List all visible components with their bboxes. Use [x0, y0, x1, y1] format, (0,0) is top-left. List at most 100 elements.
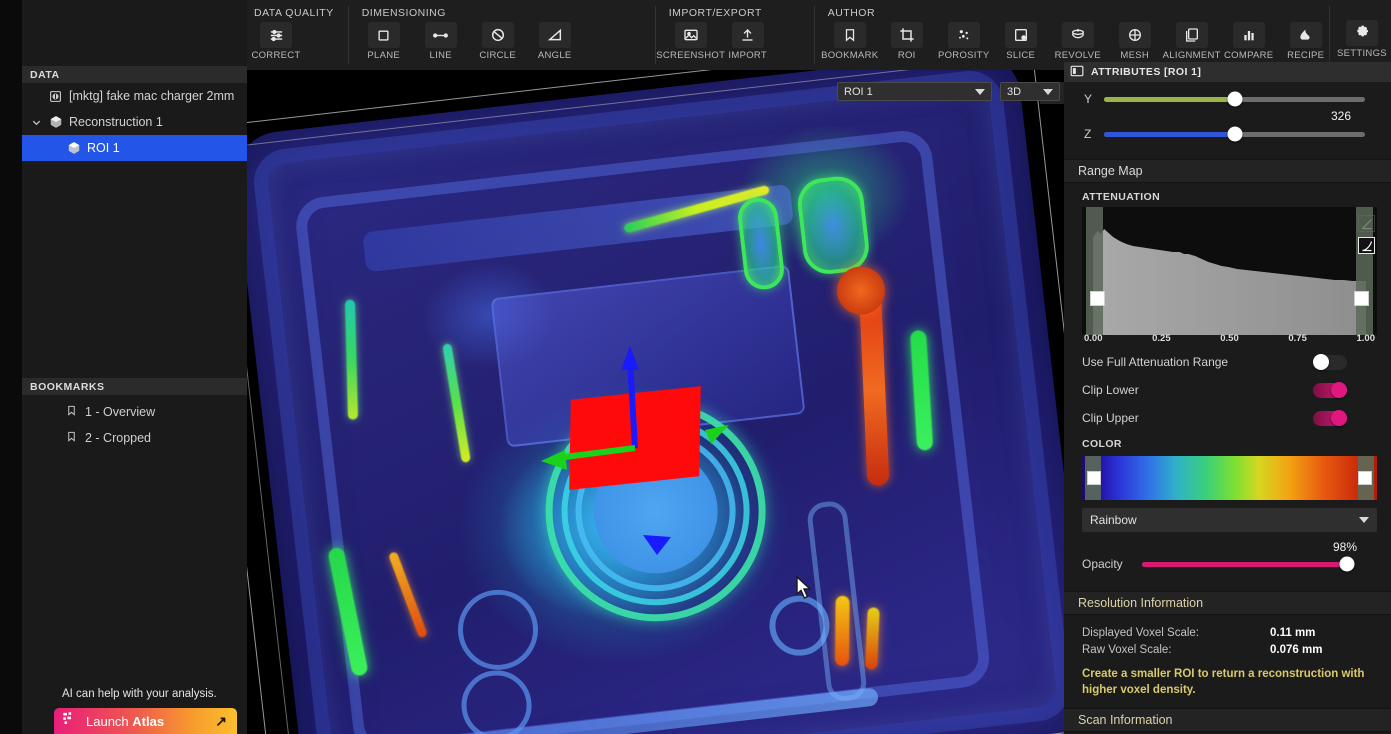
launch-atlas-label: Launch Atlas — [86, 713, 165, 729]
toolbar-button-circle[interactable]: CIRCLE — [470, 21, 526, 61]
toolbar-button-slice[interactable]: SLICE — [993, 21, 1049, 61]
slider-knob-z[interactable] — [1227, 126, 1242, 142]
info-key: Displayed Voxel Scale: — [1082, 626, 1199, 639]
toolbar-button-mesh[interactable]: MESH — [1107, 21, 1163, 61]
gizmo-axes[interactable] — [517, 330, 777, 590]
bookmarks-panel-title: BOOKMARKS — [22, 378, 247, 395]
chevron-down-icon — [1043, 88, 1053, 95]
histogram-log-mode-button[interactable] — [1358, 237, 1375, 254]
compare-icon — [1232, 22, 1265, 48]
toolbar-group-title: AUTHOR — [827, 7, 876, 19]
color-range-bar[interactable] — [1082, 456, 1377, 500]
toggle-use-full-attenuation-range[interactable] — [1313, 354, 1347, 370]
porosity-icon — [947, 22, 980, 48]
tree-item-scan[interactable]: [mktg] fake mac charger 2mm — [22, 83, 247, 109]
axis-tick: 0.50 — [1220, 333, 1239, 344]
external-link-arrow-icon: ↗ — [215, 712, 227, 729]
transform-gizmo[interactable] — [517, 330, 777, 590]
toolbar-button-label: PLANE — [367, 50, 401, 61]
cube-icon — [66, 141, 81, 156]
gizmo-x-axis — [556, 445, 636, 461]
toolbar-button-correct[interactable]: CORRECT — [248, 21, 304, 61]
toolbar-button-revolve[interactable]: REVOLVE — [1050, 21, 1106, 61]
launch-atlas-button[interactable]: Launch Atlas ↗ — [54, 708, 237, 734]
viewport-mode-select[interactable]: 3D — [1000, 82, 1060, 101]
toolbar-button-label: COMPARE — [1224, 50, 1274, 61]
attributes-panel-header: ATTRIBUTES [ROI 1] — [1064, 62, 1391, 82]
toggle-row-clip-upper: Clip Upper — [1064, 404, 1391, 432]
attenuation-histogram-plot[interactable] — [1082, 207, 1377, 335]
opacity-fill — [1142, 561, 1347, 567]
toggle-knob — [1331, 382, 1347, 398]
volume-scene[interactable] — [247, 70, 1064, 734]
bookmark-item-2[interactable]: 2 - Cropped — [22, 425, 247, 451]
slider-fill-z — [1104, 131, 1235, 137]
section-header-scan-information[interactable]: Scan Information — [1064, 708, 1391, 733]
bookmark-icon — [833, 22, 866, 48]
toolbar-button-bookmark[interactable]: BOOKMARK — [821, 21, 878, 61]
chevron-down-icon[interactable] — [30, 117, 42, 128]
toggle-clip-upper[interactable] — [1313, 410, 1347, 426]
panel-layout-icon[interactable] — [1070, 65, 1084, 80]
toolbar-group-title: DIMENSIONING — [361, 7, 446, 19]
toggle-clip-lower[interactable] — [1313, 382, 1347, 398]
opacity-value: 98% — [1332, 540, 1357, 554]
slider-track-y[interactable] — [1104, 91, 1365, 107]
toolbar-button-angle[interactable]: ANGLE — [527, 21, 583, 61]
opacity-knob[interactable] — [1339, 556, 1355, 572]
slider-label-z: Z — [1084, 127, 1092, 141]
section-header-resolution-information[interactable]: Resolution Information — [1064, 591, 1391, 615]
toolbar-group-data-quality: DATA QUALITY CORRECT — [240, 0, 348, 70]
toolbar-button-compare[interactable]: COMPARE — [1221, 21, 1277, 61]
3d-viewport[interactable]: ROI 1 3D — [247, 70, 1064, 734]
section-title-scan-information: Scan Information — [1078, 713, 1173, 728]
toolbar-group-title: IMPORT/EXPORT — [668, 7, 762, 19]
axis-tick: 1.00 — [1356, 333, 1376, 344]
opacity-track[interactable] — [1142, 556, 1355, 572]
toolbar-button-screenshot[interactable]: SCREENSHOT — [656, 21, 725, 61]
scan-icon — [48, 89, 63, 104]
colormap-select[interactable]: Rainbow — [1082, 508, 1377, 532]
toolbar-button-settings[interactable]: SETTINGS — [1337, 19, 1387, 59]
toolbar-button-label: POROSITY — [937, 50, 990, 61]
crop-icon — [890, 22, 923, 48]
info-key: Raw Voxel Scale: — [1082, 643, 1172, 656]
viewport-mode-select-value: 3D — [1007, 85, 1022, 98]
toolbar-button-label: MESH — [1120, 50, 1150, 61]
slider-track-z[interactable] — [1104, 126, 1365, 142]
attenuation-histogram[interactable]: 0.00 0.25 0.50 0.75 1.00 — [1082, 207, 1377, 344]
toggle-label: Clip Upper — [1082, 411, 1139, 425]
section-header-range-map[interactable]: Range Map — [1064, 159, 1391, 183]
colormap-gradient — [1082, 456, 1377, 500]
toolbar-button-label: CIRCLE — [479, 50, 517, 61]
attenuation-upper-handle[interactable] — [1354, 291, 1369, 306]
toggle-label: Use Full Attenuation Range — [1082, 355, 1229, 369]
colormap-select-value: Rainbow — [1090, 513, 1137, 527]
slice-icon — [1004, 22, 1037, 48]
slider-knob-y[interactable] — [1227, 91, 1242, 107]
toolbar-button-alignment[interactable]: ALIGNMENT — [1163, 21, 1220, 61]
sliders-icon — [260, 22, 292, 48]
gizmo-x-arrow — [541, 450, 567, 470]
tree-item-reconstruction[interactable]: Reconstruction 1 — [22, 109, 247, 135]
viewport-roi-select-value: ROI 1 — [844, 85, 873, 98]
attenuation-lower-handle[interactable] — [1090, 291, 1105, 306]
color-upper-handle[interactable] — [1358, 471, 1372, 485]
toolbar-button-plane[interactable]: PLANE — [356, 21, 412, 61]
toolbar-group-dimensioning: DIMENSIONING PLANE LINE CIRCLE ANGLE — [347, 0, 591, 70]
tree-item-label: [mktg] fake mac charger 2mm — [69, 89, 235, 103]
tree-item-roi-1[interactable]: ROI 1 — [22, 135, 247, 161]
toolbar-button-roi[interactable]: ROI — [879, 21, 935, 61]
screenshot-icon — [674, 22, 707, 48]
viewport-roi-select[interactable]: ROI 1 — [837, 82, 992, 101]
recipe-icon — [1289, 22, 1322, 48]
toolbar-button-porosity[interactable]: POROSITY — [936, 21, 992, 61]
color-lower-handle[interactable] — [1087, 471, 1101, 485]
cube-icon — [48, 115, 63, 130]
histogram-linear-mode-button[interactable] — [1358, 215, 1375, 232]
axis-tick: 0.75 — [1288, 333, 1307, 344]
toolbar-button-import[interactable]: IMPORT — [720, 21, 776, 61]
toolbar-button-recipe[interactable]: RECIPE — [1278, 21, 1334, 61]
bookmark-item-1[interactable]: 1 - Overview — [22, 399, 247, 425]
toolbar-button-line[interactable]: LINE — [413, 21, 469, 61]
